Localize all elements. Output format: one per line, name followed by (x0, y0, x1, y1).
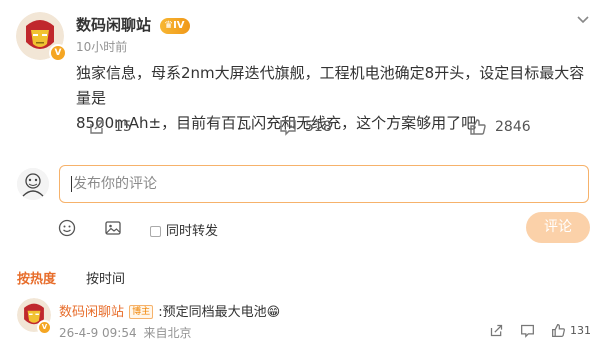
repost-icon (490, 324, 503, 337)
comment-text: :预定同档最大电池😁 (158, 305, 281, 320)
author-name[interactable]: 数码闲聊站 (76, 16, 151, 34)
tab-sort-hot[interactable]: 按热度 (17, 268, 56, 287)
repost-checkbox-label: 同时转发 (166, 224, 219, 239)
post-content-line: 独家信息，母系2nm大屏迭代旗舰，工程机电池确定8开头，设定目标最大容量是 (76, 64, 585, 107)
repost-button[interactable]: 15 (88, 118, 132, 136)
like-count: 2846 (495, 119, 531, 135)
tab-sort-time[interactable]: 按时间 (86, 268, 125, 287)
comment-timestamp: 26-4-9 09:54 (59, 326, 137, 340)
text-caret (71, 176, 72, 192)
comment-author-name[interactable]: 数码闲聊站 (59, 305, 124, 320)
comment-reply-button[interactable] (520, 323, 535, 342)
verified-badge-icon: V (37, 320, 52, 335)
post-timestamp[interactable]: 10小时前 (76, 38, 127, 55)
submit-comment-button[interactable]: 评论 (526, 212, 590, 243)
repost-checkbox[interactable]: 同时转发 (150, 220, 218, 239)
level-badge: ♛IV (160, 17, 190, 34)
comment-icon (521, 324, 534, 338)
comment-input[interactable]: 发布你的评论 (59, 165, 589, 203)
repost-icon (90, 120, 104, 134)
comment-body: 数码闲聊站 博主 :预定同档最大电池😁 (59, 301, 280, 320)
blogger-badge: 博主 (129, 304, 154, 319)
comment-input-placeholder: 发布你的评论 (73, 176, 157, 192)
post-menu-chevron-icon[interactable] (576, 12, 590, 26)
emoji-button[interactable] (58, 219, 76, 237)
comment-location: 来自北京 (143, 326, 192, 340)
verified-badge-icon: V (49, 44, 67, 62)
thumbs-up-icon (470, 119, 486, 135)
like-button[interactable]: 2846 (469, 118, 531, 136)
post-header: 数码闲聊站 ♛IV (76, 14, 190, 35)
comment-repost-button[interactable] (489, 323, 504, 342)
checkbox-square[interactable] (150, 226, 161, 237)
user-avatar-icon (17, 168, 49, 200)
level-badge-text: IV (173, 19, 185, 31)
crown-icon: ♛ (164, 19, 174, 31)
repost-count: 15 (114, 119, 132, 135)
thumbs-up-icon (552, 324, 565, 337)
image-icon (105, 221, 121, 235)
current-user-avatar[interactable] (17, 168, 49, 200)
comment-count: 518 (305, 119, 332, 135)
emoji-icon (58, 219, 76, 237)
comment-meta: 26-4-9 09:54 来自北京 (59, 324, 191, 341)
image-upload-button[interactable] (104, 219, 122, 237)
comment-like-count: 131 (570, 324, 591, 337)
comment-button[interactable]: 518 (279, 118, 332, 136)
comment-like-button[interactable]: 131 (551, 323, 591, 338)
comment-icon (280, 120, 296, 136)
